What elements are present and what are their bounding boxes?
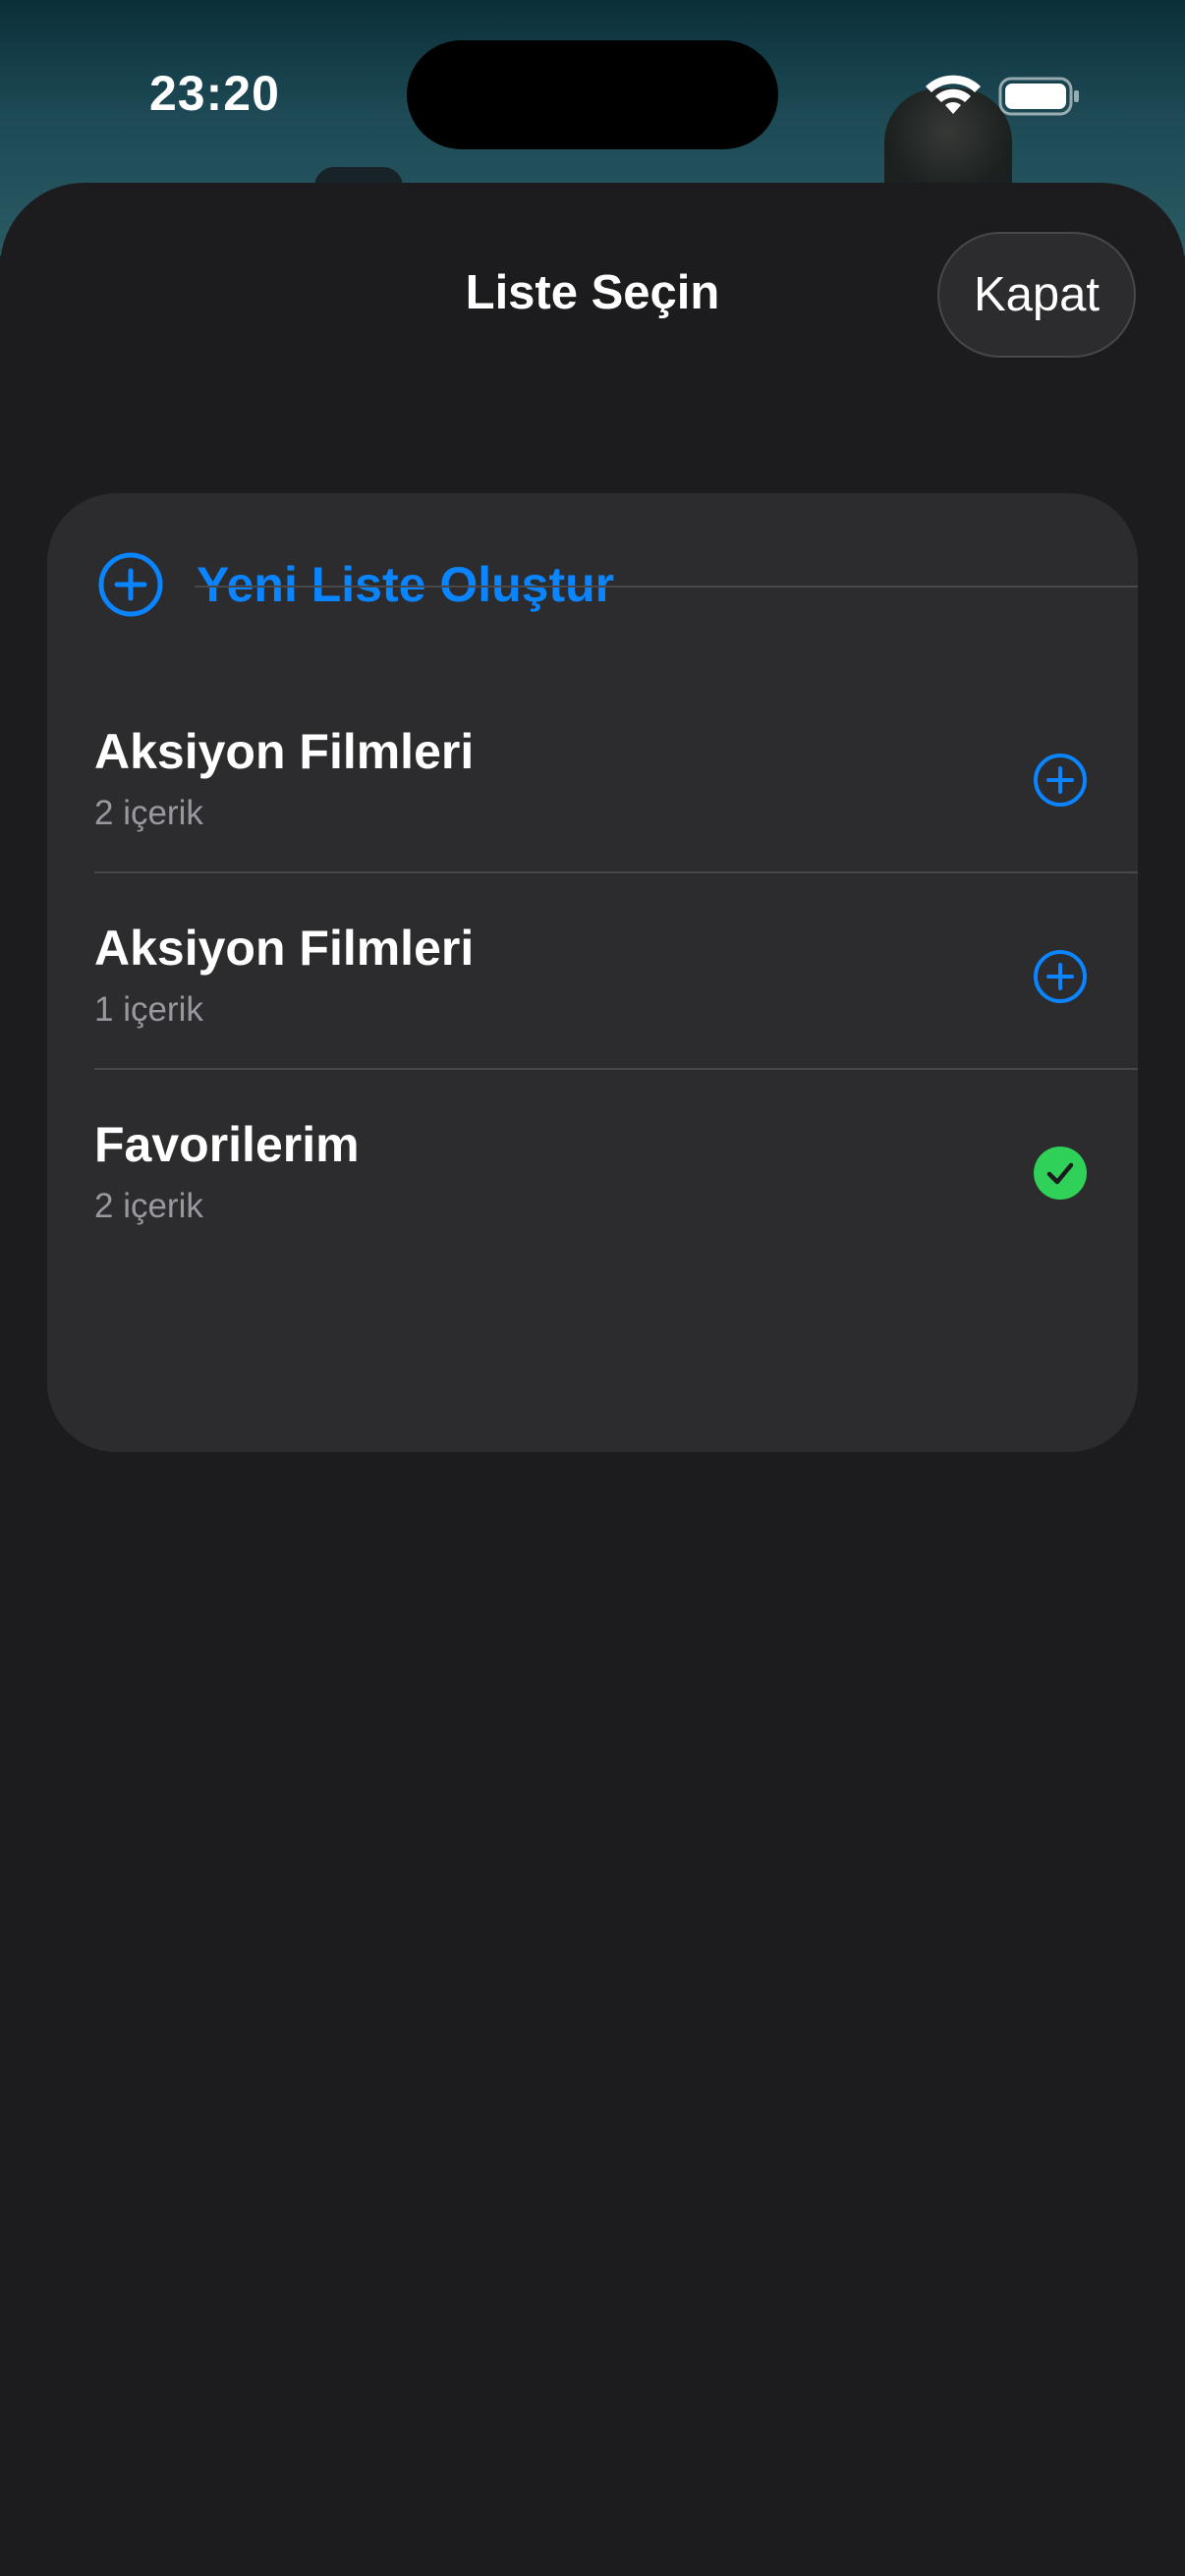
plus-circle-icon[interactable]: [1033, 753, 1088, 808]
create-new-list-button[interactable]: Yeni Liste Oluştur: [47, 493, 1138, 676]
list-item-count: 2 içerik: [94, 1187, 203, 1225]
list-item[interactable]: Aksiyon Filmleri 2 içerik: [47, 676, 1138, 872]
list-item-title: Favorilerim: [94, 1117, 360, 1172]
list-item-title: Aksiyon Filmleri: [94, 921, 475, 976]
list-item[interactable]: Favorilerim 2 içerik: [47, 1069, 1138, 1265]
list-item[interactable]: Aksiyon Filmleri 1 içerik: [47, 872, 1138, 1069]
create-new-list-label: Yeni Liste Oluştur: [197, 557, 615, 612]
dynamic-island: [407, 40, 778, 149]
list-item-title: Aksiyon Filmleri: [94, 724, 475, 779]
list-item-count: 2 içerik: [94, 794, 203, 832]
close-button[interactable]: Kapat: [937, 232, 1136, 358]
lists-card: Yeni Liste Oluştur Aksiyon Filmleri 2 iç…: [47, 493, 1138, 1452]
checkmark-circle-icon[interactable]: [1033, 1146, 1088, 1201]
plus-circle-icon[interactable]: [1033, 949, 1088, 1004]
status-time: 23:20: [149, 66, 280, 121]
battery-icon: [998, 77, 1079, 116]
list-picker-sheet: Liste Seçin Kapat Yeni Liste Oluştur Aks…: [0, 183, 1185, 2576]
list-item-count: 1 içerik: [94, 990, 203, 1029]
plus-circle-icon: [98, 552, 163, 617]
wifi-icon: [926, 75, 981, 114]
divider: [195, 586, 1138, 588]
